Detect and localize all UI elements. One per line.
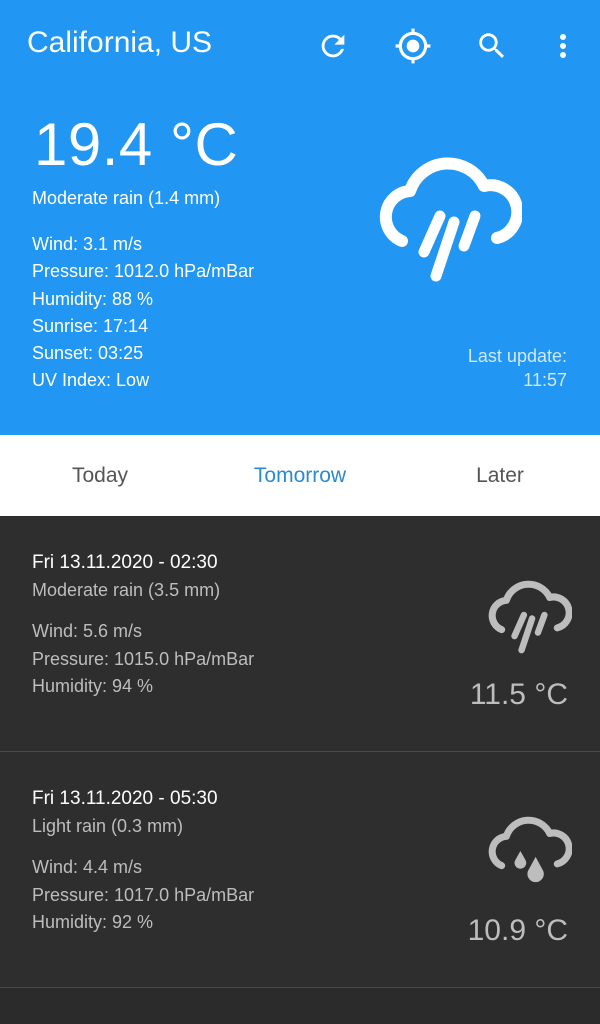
current-details: Wind: 3.1 m/s Pressure: 1012.0 hPa/mBar … xyxy=(32,231,254,395)
forecast-details: Wind: 4.4 m/s Pressure: 1017.0 hPa/mBar … xyxy=(32,854,254,937)
forecast-description: Light rain (0.3 mm) xyxy=(32,816,184,836)
my-location-button[interactable] xyxy=(393,26,433,66)
refresh-icon xyxy=(321,34,345,58)
rain-cloud-icon xyxy=(379,157,522,282)
more-options-button[interactable] xyxy=(543,26,583,66)
wind-value: Wind: 3.1 m/s xyxy=(32,234,143,254)
forecast-pressure: Pressure: 1017.0 hPa/mBar xyxy=(32,884,255,905)
search-icon xyxy=(479,33,505,59)
forecast-details: Wind: 5.6 m/s Pressure: 1015.0 hPa/mBar … xyxy=(32,618,254,701)
pressure-value: Pressure: 1012.0 hPa/mBar xyxy=(32,261,255,282)
tab-tomorrow[interactable]: Tomorrow xyxy=(200,435,400,516)
forecast-item[interactable]: Fri 13.11.2020 - 02:30 Moderate rain (3.… xyxy=(0,516,600,752)
rain-cloud-icon xyxy=(488,580,572,654)
refresh-button[interactable] xyxy=(313,26,353,66)
forecast-tabs: Today Tomorrow Later xyxy=(0,435,600,516)
current-temperature: 19.4 °C xyxy=(34,111,239,178)
search-button[interactable] xyxy=(472,26,512,66)
forecast-pressure: Pressure: 1015.0 hPa/mBar xyxy=(32,648,255,669)
uv-index-value: UV Index: Low xyxy=(32,370,150,391)
forecast-temperature: 11.5 °C xyxy=(469,678,568,711)
humidity-value: Humidity: 88 % xyxy=(32,288,154,309)
drizzle-cloud-icon xyxy=(488,816,572,883)
forecast-wind: Wind: 4.4 m/s xyxy=(32,857,143,877)
more-vert-icon xyxy=(560,34,566,58)
last-update-time: 11:57 xyxy=(523,370,567,390)
tab-today[interactable]: Today xyxy=(0,435,200,516)
forecast-datetime: Fri 13.11.2020 - 05:30 xyxy=(32,788,218,809)
last-update: Last update: 11:57 xyxy=(468,344,567,392)
last-update-label: Last update: xyxy=(467,346,567,366)
forecast-humidity: Humidity: 94 % xyxy=(32,676,154,696)
sunrise-value: Sunrise: 17:14 xyxy=(32,315,149,336)
location-icon xyxy=(395,28,431,64)
forecast-humidity: Humidity: 92 % xyxy=(32,912,154,932)
weather-app: California, US 19.4 °C Moderate rain (1.… xyxy=(0,0,600,1024)
current-description: Moderate rain (1.4 mm) xyxy=(32,188,221,208)
location-title: California, US xyxy=(27,26,213,59)
tab-later[interactable]: Later xyxy=(400,435,600,516)
forecast-description: Moderate rain (3.5 mm) xyxy=(32,580,221,600)
forecast-item[interactable]: Fri 13.11.2020 - 05:30 Light rain (0.3 m… xyxy=(0,752,600,988)
forecast-wind: Wind: 5.6 m/s xyxy=(32,621,143,641)
sunset-value: Sunset: 03:25 xyxy=(32,343,144,364)
forecast-temperature: 10.9 °C xyxy=(467,914,568,947)
forecast-list: Fri 13.11.2020 - 02:30 Moderate rain (3.… xyxy=(0,516,600,988)
current-weather-panel: California, US 19.4 °C Moderate rain (1.… xyxy=(0,0,600,435)
forecast-datetime: Fri 13.11.2020 - 02:30 xyxy=(32,552,218,573)
